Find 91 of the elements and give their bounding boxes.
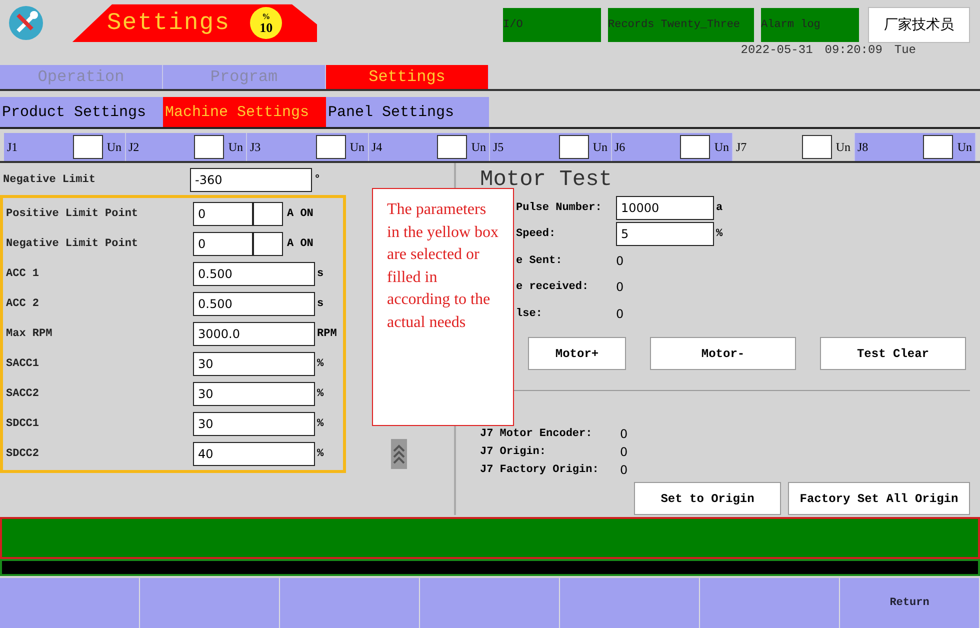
parameter-label: SDCC1 (6, 418, 40, 430)
joint-label: J3 (250, 140, 262, 155)
time-text: 09:20:09 (824, 42, 882, 59)
parameter-label: Negative Limit Point (6, 238, 140, 250)
parameter-label: ACC 1 (6, 268, 40, 280)
parameter-toggle-field[interactable] (253, 232, 283, 256)
parameter-label: Negative Limit (3, 174, 96, 186)
parameter-field[interactable]: 30 (193, 382, 315, 406)
unit-label: RPM (317, 328, 337, 340)
speed-badge: % 10 (250, 7, 282, 40)
encoder-label: J7 Origin: (480, 446, 548, 458)
motor-button[interactable]: Motor- (650, 337, 796, 370)
unit-label: s (317, 268, 324, 280)
motor-button[interactable]: Test Clear (820, 337, 966, 370)
unit-label: A ON (287, 238, 314, 250)
unit-label: Un (836, 140, 850, 155)
annotation-note: The parameters in the yellow box are selected or filled in according to the actual needs (372, 188, 514, 426)
unit-label: Un (471, 140, 486, 155)
motor-value: 0 (616, 254, 624, 268)
unit-label: a (716, 202, 723, 214)
encoder-label: J7 Motor Encoder: (480, 428, 594, 440)
motor-label: e Sent: (516, 254, 564, 267)
unit-label: Un (350, 140, 364, 155)
unit-label: Un (592, 140, 608, 155)
parameter-field[interactable]: 0.500 (193, 292, 315, 316)
user-button[interactable]: 厂家技术员 (868, 7, 970, 43)
unit-label: % (317, 448, 324, 460)
settings-tools-icon[interactable] (8, 5, 44, 42)
joint-label: J6 (614, 140, 626, 155)
motor-label: Pulse Number: (516, 202, 603, 214)
encoder-value: 0 (620, 463, 628, 478)
parameter-toggle-field[interactable] (253, 202, 283, 226)
unit-label: ° (314, 174, 321, 186)
parameter-field[interactable]: 0.500 (193, 262, 315, 286)
joint-field[interactable] (802, 135, 832, 160)
joint-label: J8 (858, 140, 870, 155)
parameter-label: Positive Limit Point (6, 208, 140, 220)
scroll-up-icon[interactable] (391, 439, 407, 470)
parameter-label: SACC1 (6, 358, 40, 370)
sub-tab[interactable]: Product Settings (0, 97, 163, 128)
parameter-field[interactable]: 0 (193, 202, 253, 226)
function-key[interactable]: Return (840, 578, 980, 628)
date-text: 2022-05-31 (740, 42, 813, 59)
unit-label: % (317, 358, 324, 370)
unit-label: s (317, 298, 324, 310)
encoder-value: 0 (620, 427, 628, 442)
motor-button[interactable]: Motor+ (528, 337, 626, 370)
joint-field[interactable] (923, 135, 954, 160)
parameter-label: SDCC2 (6, 448, 40, 460)
motor-label: lse: (516, 308, 544, 320)
unit-label: % (317, 418, 324, 430)
parameter-field[interactable]: -360 (190, 168, 312, 192)
parameter-field[interactable]: 0 (193, 232, 253, 256)
joint-field[interactable] (194, 135, 224, 160)
origin-button[interactable]: Factory Set All Origin (788, 482, 970, 516)
parameter-label: ACC 2 (6, 298, 40, 310)
parameter-label: Max RPM (6, 328, 54, 340)
parameter-field[interactable]: 30 (193, 412, 315, 436)
unit-label: Un (106, 140, 122, 155)
unit-label: % (317, 388, 324, 400)
joint-label: J7 (736, 140, 748, 155)
motor-value: 0 (616, 280, 624, 294)
motor-field[interactable]: 10000 (616, 196, 714, 220)
motor-label: Speed: (516, 228, 557, 240)
unit-label: A ON (287, 208, 314, 220)
unit-label: Un (228, 140, 243, 155)
encoder-label: J7 Factory Origin: (480, 464, 600, 476)
joint-label: J5 (493, 140, 505, 155)
parameter-label: SACC2 (6, 388, 40, 400)
joint-label: J2 (128, 140, 140, 155)
joint-label: J1 (7, 140, 19, 155)
joint-field[interactable] (558, 135, 589, 160)
motor-value: 0 (616, 306, 624, 321)
joint-field[interactable] (72, 135, 103, 160)
encoder-value: 0 (620, 445, 628, 460)
unit-label: % (716, 228, 723, 240)
sub-tab[interactable]: Panel Settings (326, 97, 489, 128)
motor-field[interactable]: 5 (616, 222, 714, 246)
parameter-field[interactable]: 3000.0 (193, 322, 315, 346)
unit-label: Un (957, 140, 972, 155)
joint-field[interactable] (680, 135, 710, 160)
joint-field[interactable] (437, 135, 468, 160)
weekday-text: Tue (894, 42, 916, 59)
unit-label: Un (714, 140, 729, 155)
motor-label: e received: (516, 281, 590, 294)
joint-field[interactable] (316, 135, 346, 160)
page-title: Settings (106, 10, 230, 37)
parameter-field[interactable]: 40 (193, 442, 315, 466)
joint-label: J4 (372, 140, 384, 155)
parameter-field[interactable]: 30 (193, 352, 315, 376)
origin-button[interactable]: Set to Origin (634, 482, 781, 516)
